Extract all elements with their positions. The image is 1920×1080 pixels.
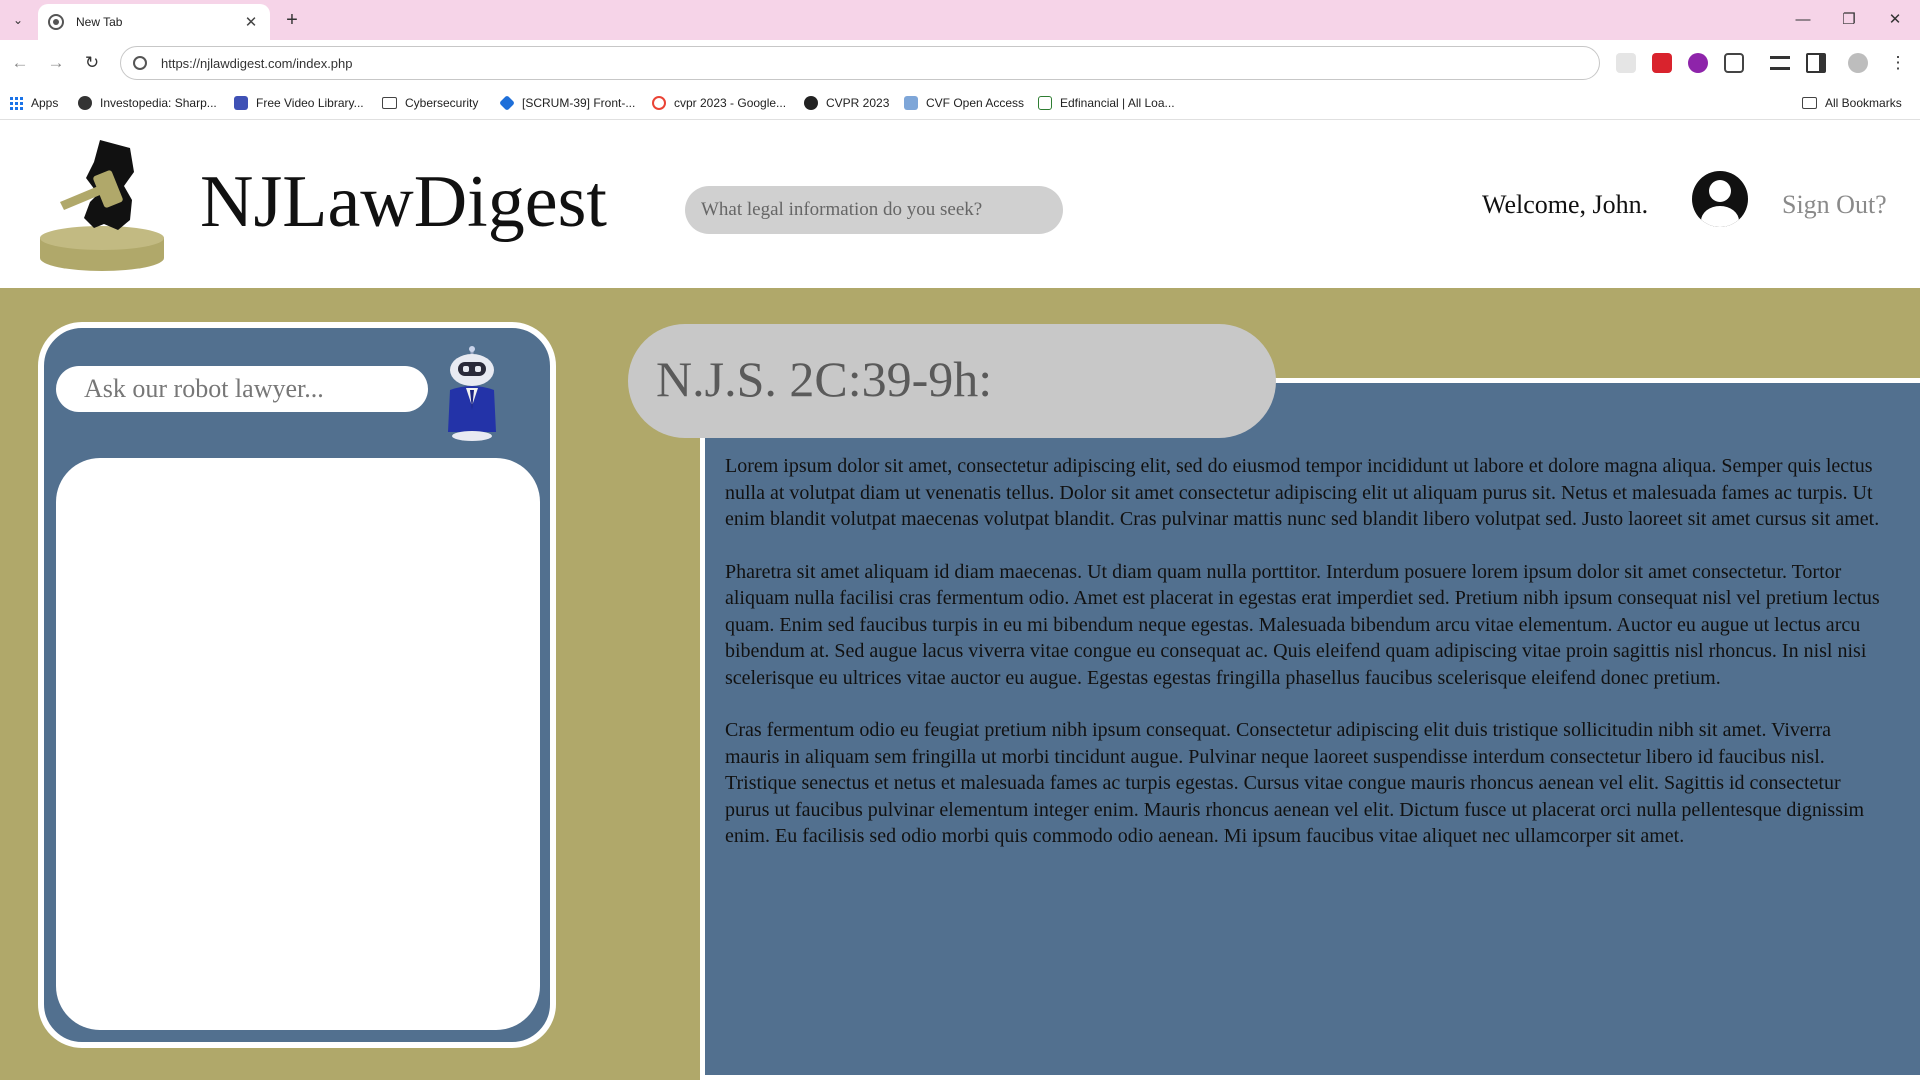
browser-tab[interactable]: New Tab ✕ <box>38 4 270 40</box>
bookmarks-bar: Apps Investopedia: Sharp... Free Video L… <box>0 86 1920 120</box>
all-bookmarks-label: All Bookmarks <box>1825 96 1902 110</box>
bookmark-cvpr[interactable]: CVPR 2023 <box>804 94 889 112</box>
chat-log-area[interactable] <box>56 458 540 1030</box>
sign-out-link[interactable]: Sign Out? <box>1782 190 1887 220</box>
folder-icon <box>382 97 397 109</box>
back-arrow-icon[interactable]: ← <box>8 51 32 75</box>
tab-close-icon[interactable]: ✕ <box>242 13 260 31</box>
welcome-message: Welcome, John. <box>1482 190 1649 219</box>
bookmark-label: cvpr 2023 - Google... <box>674 96 787 110</box>
robot-lawyer-icon <box>448 346 496 441</box>
jira-icon <box>499 95 515 111</box>
tab-search-chevron-icon[interactable]: ⌄ <box>6 9 30 31</box>
statute-body: Lorem ipsum dolor sit amet, consectetur … <box>725 453 1885 876</box>
edfinancial-icon <box>1038 96 1052 110</box>
bookmark-scrum[interactable]: [SCRUM-39] Front-... <box>499 94 636 112</box>
statute-title: N.J.S. 2C:39-9h: <box>656 351 993 407</box>
bookmark-apps[interactable]: Apps <box>10 94 58 112</box>
adobe-pdf-icon[interactable] <box>1652 53 1672 73</box>
browser-menu-icon[interactable]: ⋮ <box>1886 51 1910 75</box>
bookmark-label: CVPR 2023 <box>826 96 890 110</box>
bookmark-label: Apps <box>31 96 59 110</box>
user-avatar-icon[interactable] <box>1692 171 1748 227</box>
chrome-globe-icon <box>48 14 64 30</box>
robot-lawyer-input[interactable] <box>56 366 428 412</box>
statute-paragraph: Lorem ipsum dolor sit amet, consectetur … <box>725 455 1880 530</box>
bookmark-cvf[interactable]: CVF Open Access <box>904 94 1024 112</box>
reading-list-icon[interactable] <box>1770 56 1790 70</box>
minimize-icon[interactable]: — <box>1780 6 1826 34</box>
video-library-icon <box>234 96 248 110</box>
site-search-input[interactable] <box>685 186 1063 234</box>
address-url: https://njlawdigest.com/index.php <box>161 55 353 71</box>
statute-paragraph: Pharetra sit amet aliquam id diam maecen… <box>725 560 1880 689</box>
bookmark-video-library[interactable]: Free Video Library... <box>234 94 364 112</box>
bookmark-label: Cybersecurity <box>405 96 479 110</box>
investopedia-icon <box>78 96 92 110</box>
site-header: NJLawDigest Welcome, John. Sign Out? <box>0 120 1920 288</box>
reload-icon[interactable]: ↻ <box>80 51 104 75</box>
window-close-icon[interactable]: ✕ <box>1872 6 1918 34</box>
side-panel-icon[interactable] <box>1806 53 1826 73</box>
bookmark-label: Free Video Library... <box>256 96 364 110</box>
address-bar[interactable]: https://njlawdigest.com/index.php <box>120 46 1600 80</box>
forward-arrow-icon[interactable]: → <box>44 51 68 75</box>
robot-lawyer-chat-panel <box>38 322 556 1048</box>
bookmark-edfinancial[interactable]: Edfinancial | All Loa... <box>1038 94 1175 112</box>
page: NJLawDigest Welcome, John. Sign Out? N.J… <box>0 120 1920 1080</box>
bookmark-cvpr-google[interactable]: cvpr 2023 - Google... <box>652 94 786 112</box>
extension-gray-icon[interactable] <box>1616 53 1636 73</box>
nj-gavel-logo-icon[interactable] <box>38 138 168 272</box>
bookmark-label: Edfinancial | All Loa... <box>1060 96 1175 110</box>
bookmark-label: Investopedia: Sharp... <box>100 96 217 110</box>
google-icon <box>652 96 666 110</box>
restore-icon[interactable]: ❐ <box>1826 6 1872 34</box>
cvpr-icon <box>804 96 818 110</box>
bookmark-label: CVF Open Access <box>926 96 1025 110</box>
site-title[interactable]: NJLawDigest <box>200 160 607 245</box>
bookmark-cybersecurity[interactable]: Cybersecurity <box>382 94 478 112</box>
bookmark-label: [SCRUM-39] Front-... <box>522 96 636 110</box>
new-tab-plus-icon[interactable]: + <box>280 8 304 32</box>
folder-icon <box>1802 97 1817 109</box>
extension-purple-icon[interactable] <box>1688 53 1708 73</box>
bookmark-investopedia[interactable]: Investopedia: Sharp... <box>78 94 217 112</box>
site-info-icon[interactable] <box>133 56 147 70</box>
browser-toolbar: ← → ↻ https://njlawdigest.com/index.php … <box>0 40 1920 86</box>
tab-strip: ⌄ New Tab ✕ + — ❐ ✕ <box>0 0 1920 40</box>
apps-icon <box>10 96 23 110</box>
extensions-puzzle-icon[interactable] <box>1724 53 1744 73</box>
statute-paragraph: Cras fermentum odio eu feugiat pretium n… <box>725 719 1865 847</box>
all-bookmarks[interactable]: All Bookmarks <box>1802 94 1902 112</box>
profile-avatar-icon[interactable] <box>1848 53 1868 73</box>
tab-title: New Tab <box>76 15 123 29</box>
cvf-icon <box>904 96 918 110</box>
